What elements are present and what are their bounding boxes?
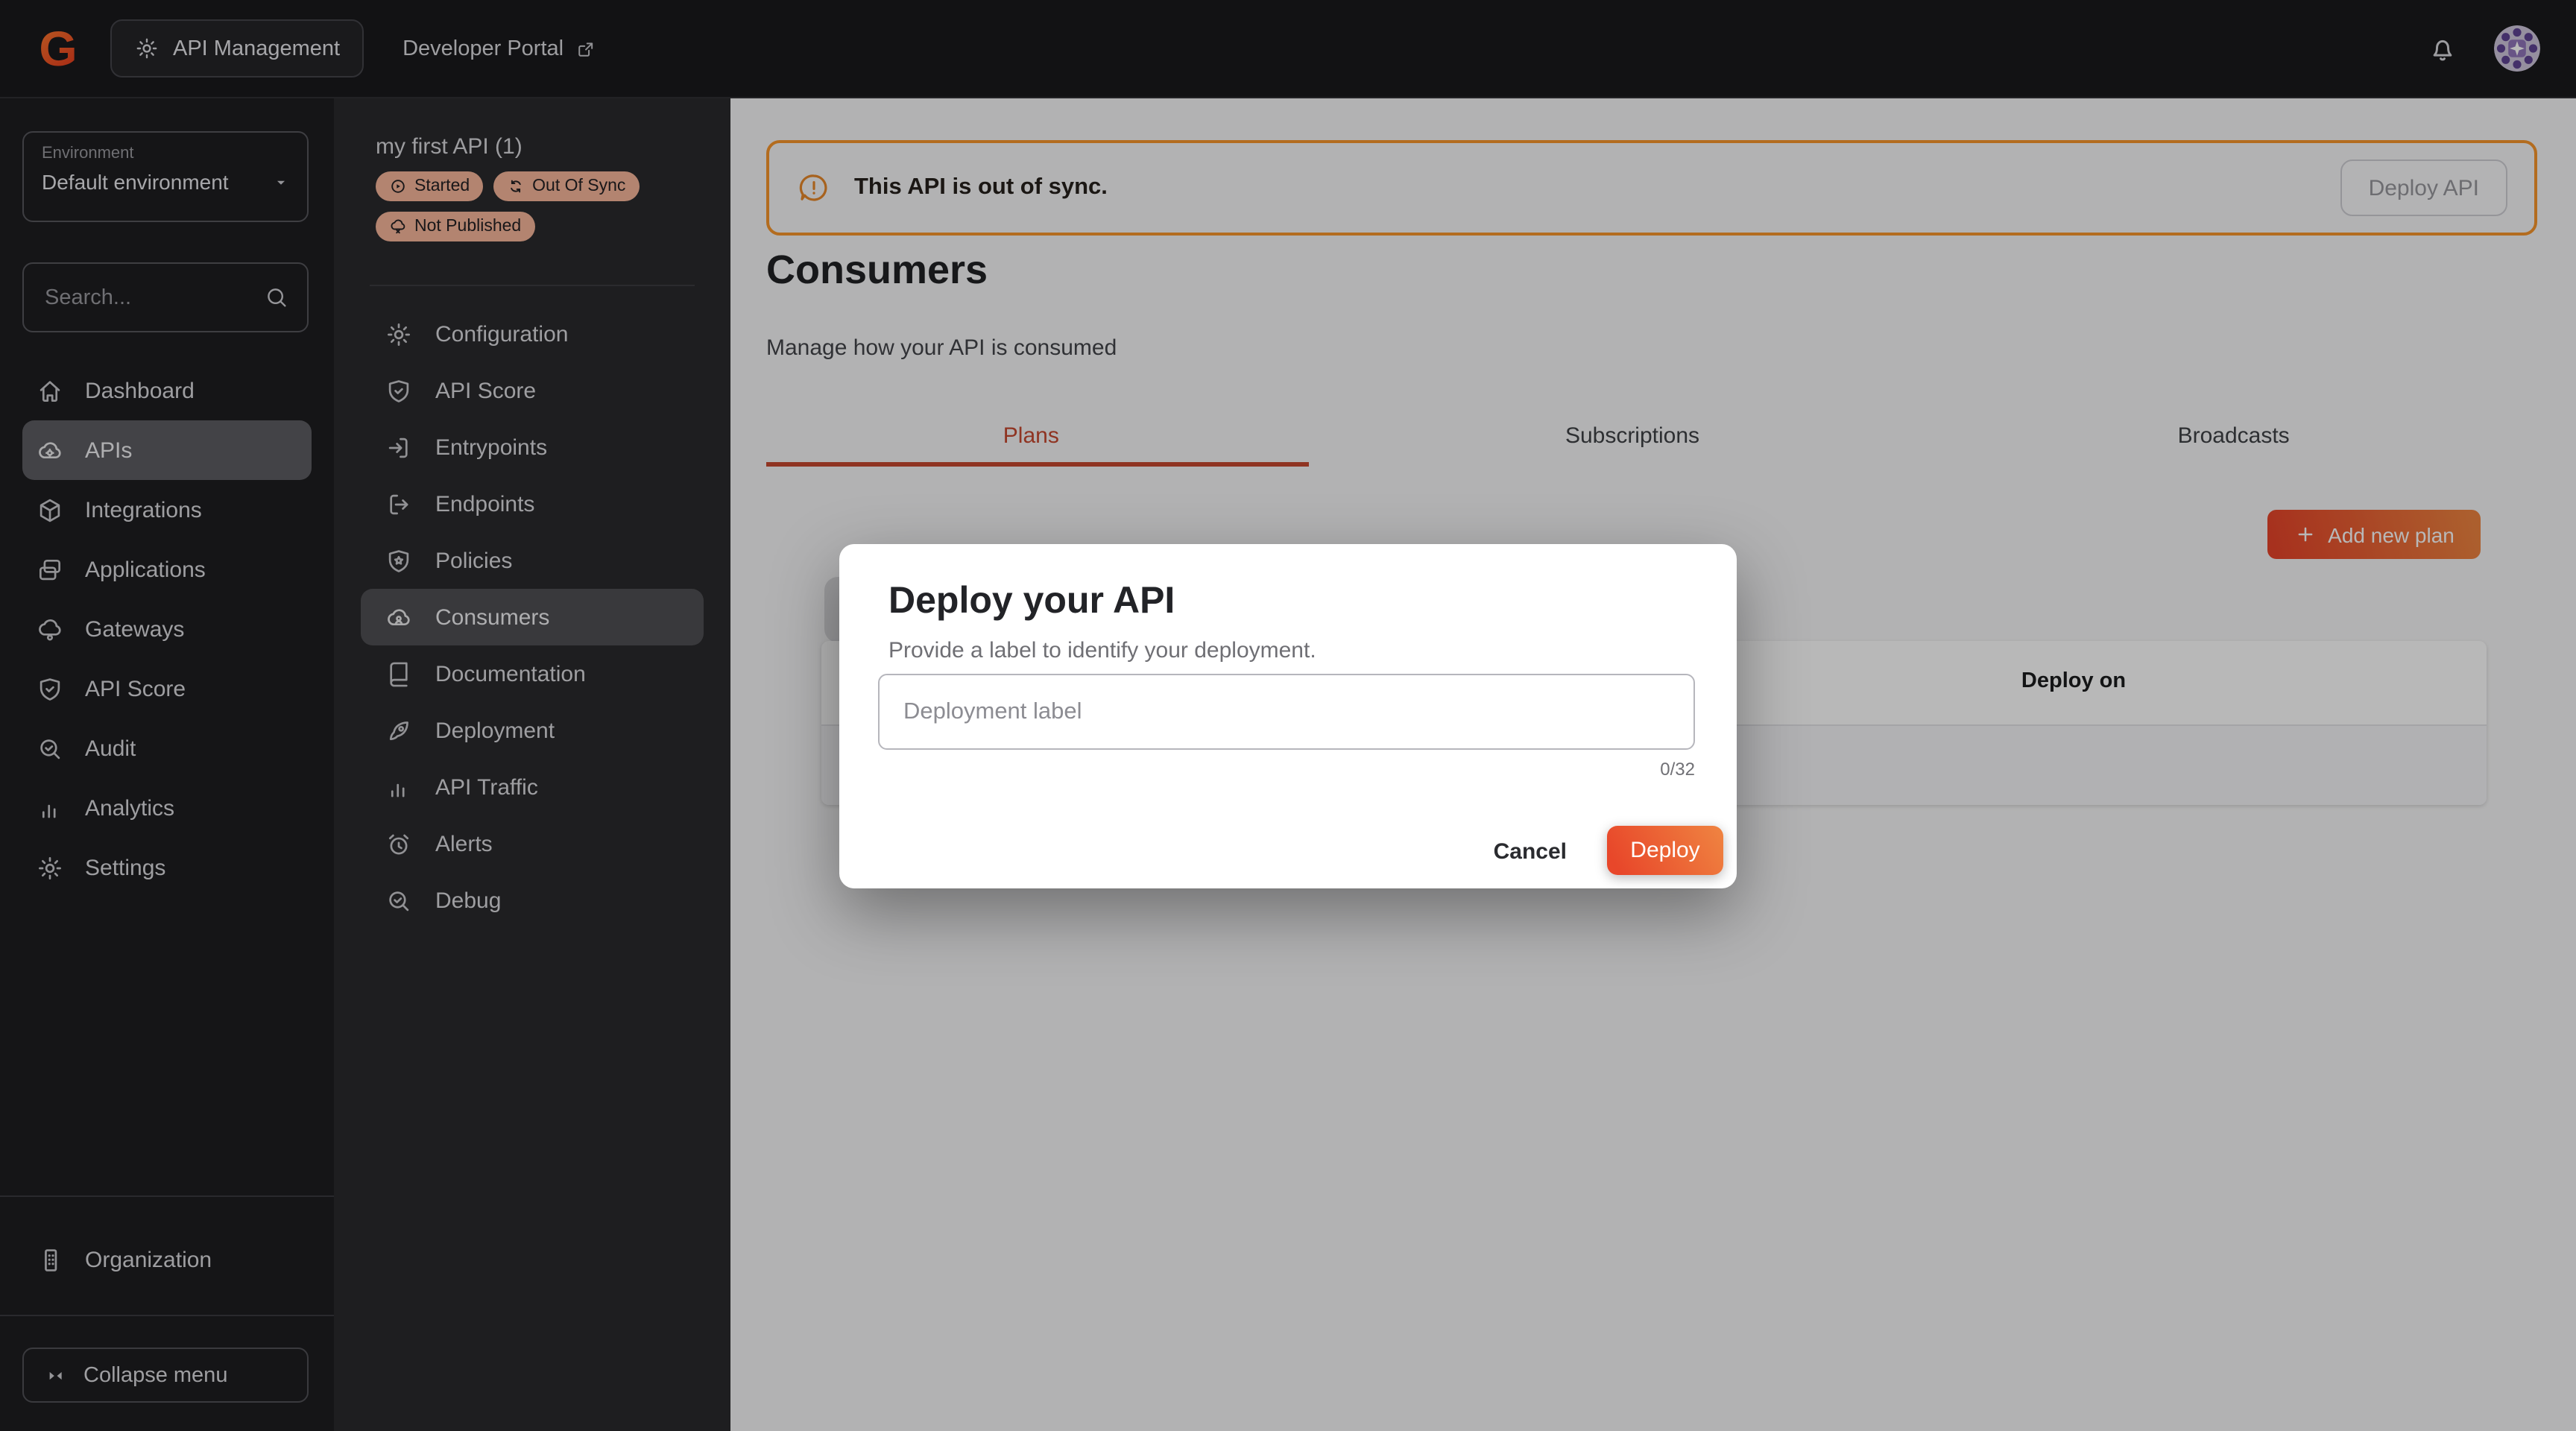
deploy-api-modal: Deploy your API Provide a label to ident…	[839, 544, 1737, 888]
deployment-label-input[interactable]	[878, 674, 1695, 750]
char-counter: 0/32	[1660, 759, 1695, 780]
cancel-button[interactable]: Cancel	[1485, 838, 1576, 866]
app-root: G API Management Developer Portal	[0, 0, 2576, 1431]
deploy-button[interactable]: Deploy	[1607, 826, 1723, 875]
modal-title: Deploy your API	[888, 580, 1175, 623]
modal-description: Provide a label to identify your deploym…	[888, 638, 1316, 663]
